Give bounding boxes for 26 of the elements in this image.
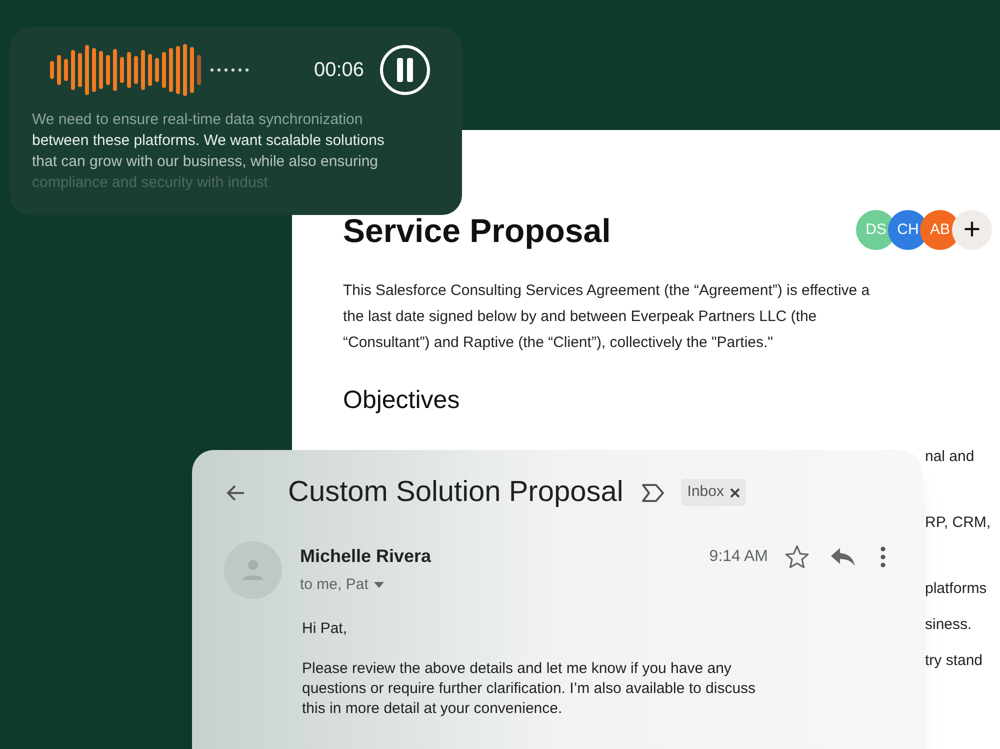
document-text: siness.	[925, 615, 973, 635]
label-text: Inbox	[687, 482, 724, 502]
agreement-paragraph: This Salesforce Consulting Services Agreement (the “Agreement”) is effective a the last date signed below by and between Everpeak Partners LLC (the “Consultant”) and Raptive (the “Client”), collectively the "Parties."	[343, 281, 871, 353]
document-title: Service Proposal	[343, 214, 611, 246]
email-greeting: Hi Pat,	[302, 619, 348, 639]
document-text: nal and	[925, 447, 976, 467]
pause-button[interactable]	[380, 45, 430, 95]
email-subject: Custom Solution Proposal	[288, 478, 624, 507]
recipients-text: to me, Pat	[300, 575, 368, 595]
more-options-icon[interactable]	[880, 546, 886, 568]
sender-name: Michelle Rivera	[300, 545, 432, 568]
recording-time: 00:06	[314, 58, 364, 83]
caret-icon[interactable]	[374, 582, 384, 588]
pause-icon	[396, 58, 414, 82]
reply-icon[interactable]	[830, 546, 856, 568]
document-text: try stand	[925, 651, 984, 671]
document-text: platforms	[925, 579, 988, 599]
email-time: 9:14 AM	[709, 546, 768, 566]
label-icon	[641, 482, 666, 502]
person-icon	[241, 558, 265, 582]
document-text: RP, CRM,	[925, 513, 992, 533]
add-collaborator-button[interactable]: +	[952, 210, 992, 250]
close-icon[interactable]	[730, 488, 740, 498]
section-heading: Objectives	[343, 388, 461, 413]
star-icon[interactable]	[784, 544, 810, 570]
email-body: Please review the above details and let me know if you have any questions or require further clarification. I’m also available to discuss this in more detail at your convenience.	[302, 659, 757, 719]
